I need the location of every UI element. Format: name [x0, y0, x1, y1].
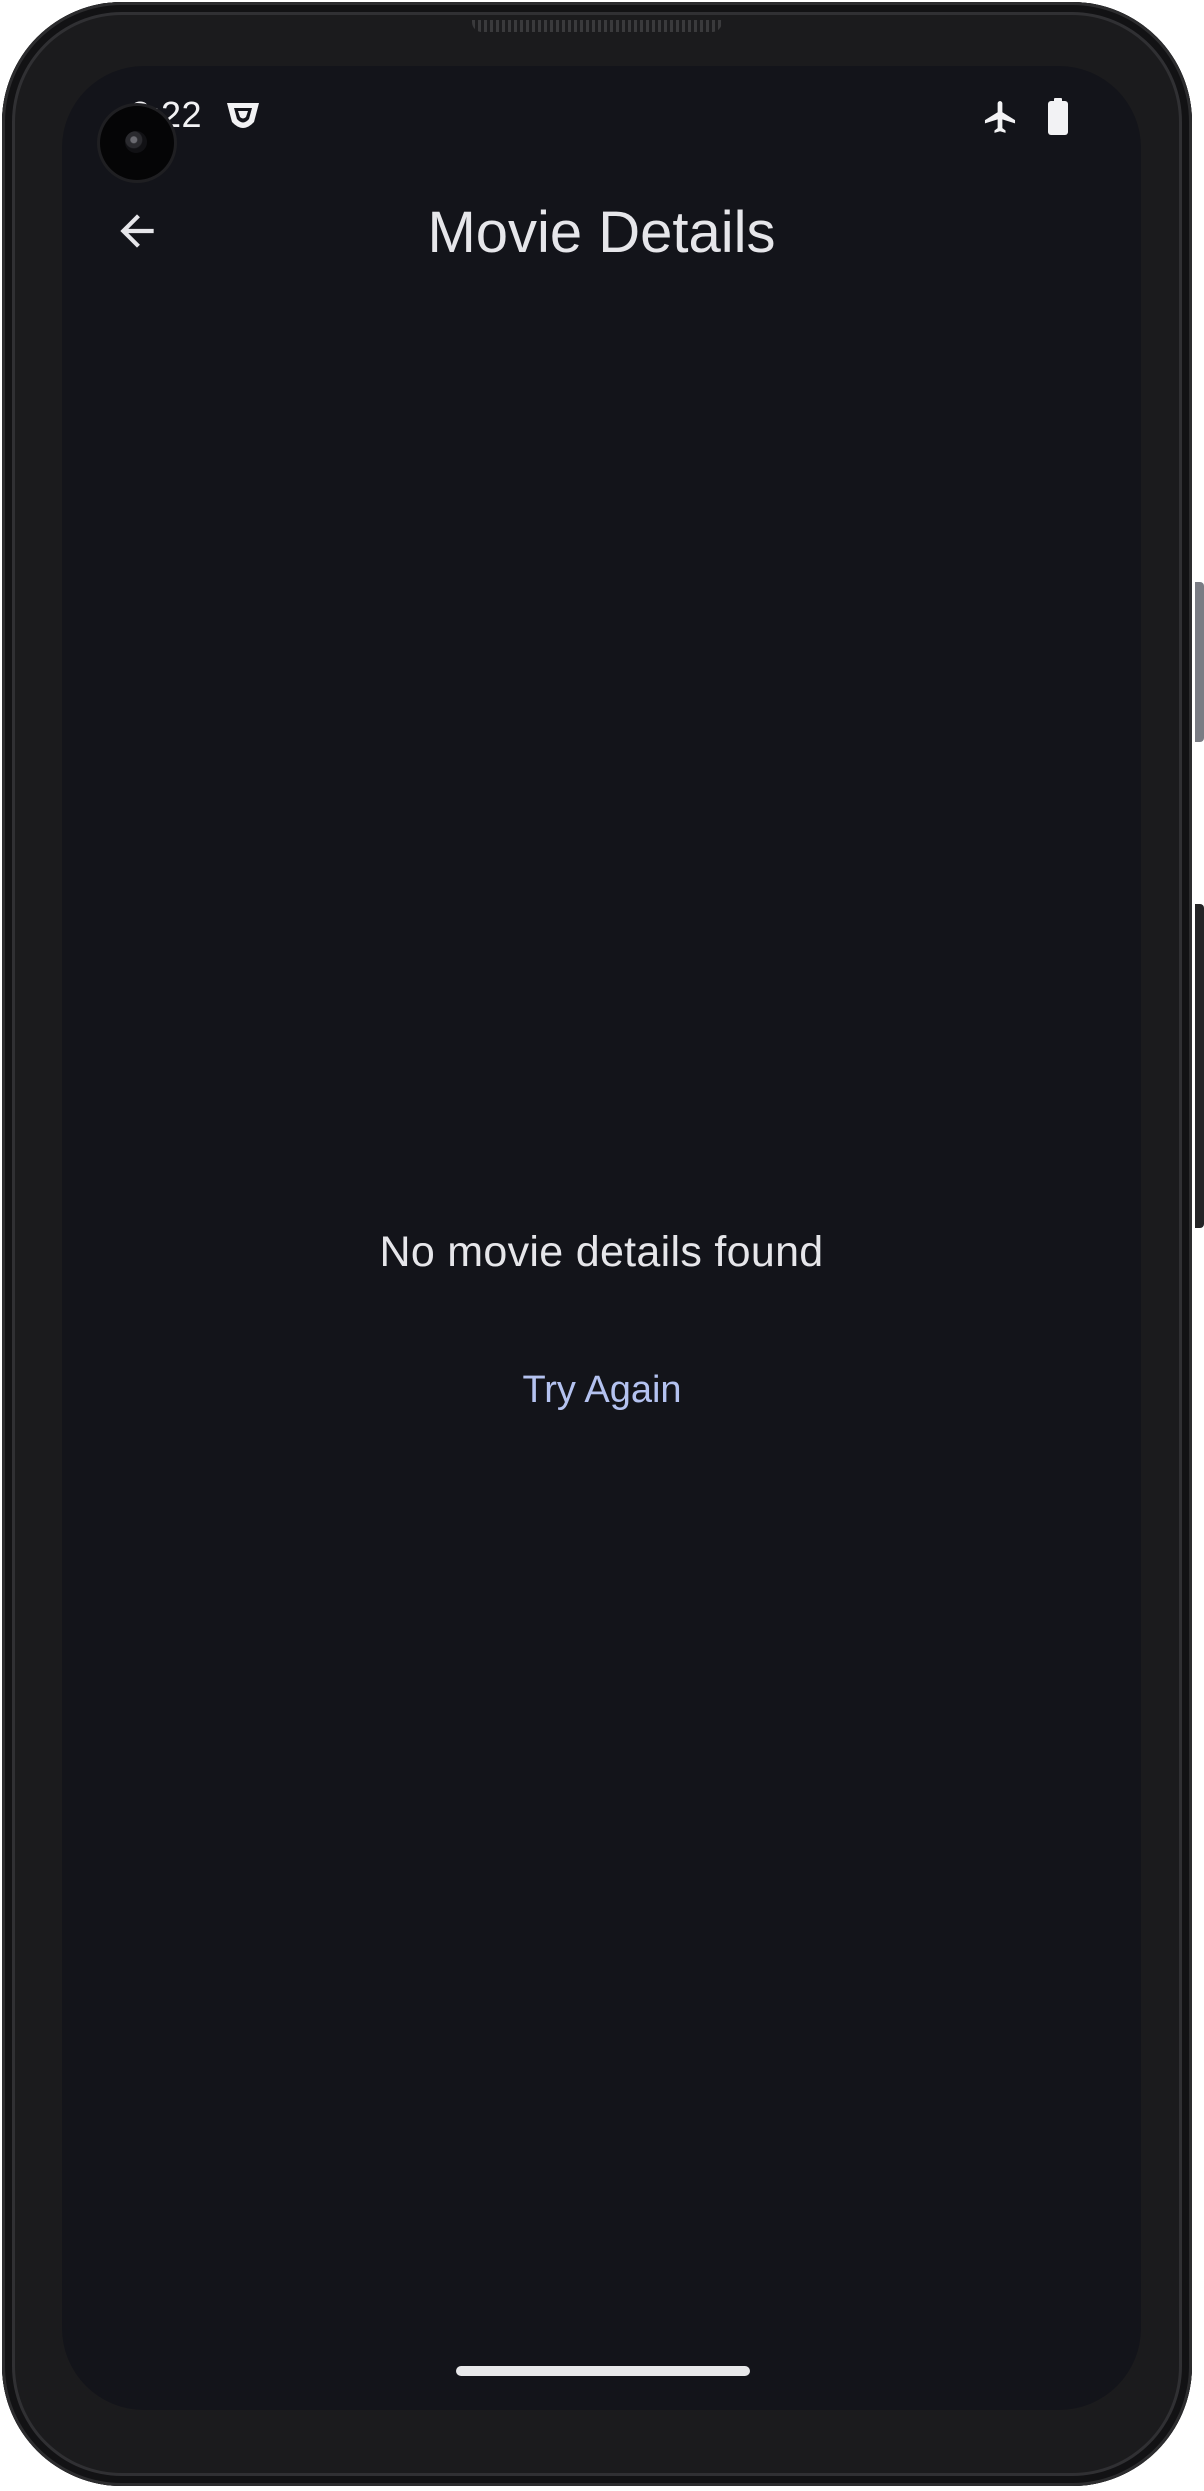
- power-button: [1195, 904, 1204, 1228]
- gesture-navigation-bar[interactable]: [456, 2366, 750, 2376]
- page-title: Movie Details: [427, 200, 776, 265]
- try-again-button[interactable]: Try Again: [471, 1348, 733, 1432]
- app-bar: Movie Details: [62, 176, 1141, 288]
- camera-lens: [125, 131, 147, 153]
- front-camera: [100, 106, 174, 180]
- status-right-icons: [981, 98, 1069, 141]
- speaker-grille: [472, 20, 722, 32]
- screen: 2:22 Movie Details No movie details foun…: [62, 66, 1141, 2410]
- airplane-mode-icon: [981, 98, 1019, 141]
- status-bar: 2:22: [62, 66, 1141, 166]
- shield-icon: [224, 100, 262, 134]
- empty-state-message: No movie details found: [379, 1228, 824, 1276]
- battery-icon: [1047, 98, 1069, 141]
- volume-button: [1195, 582, 1204, 742]
